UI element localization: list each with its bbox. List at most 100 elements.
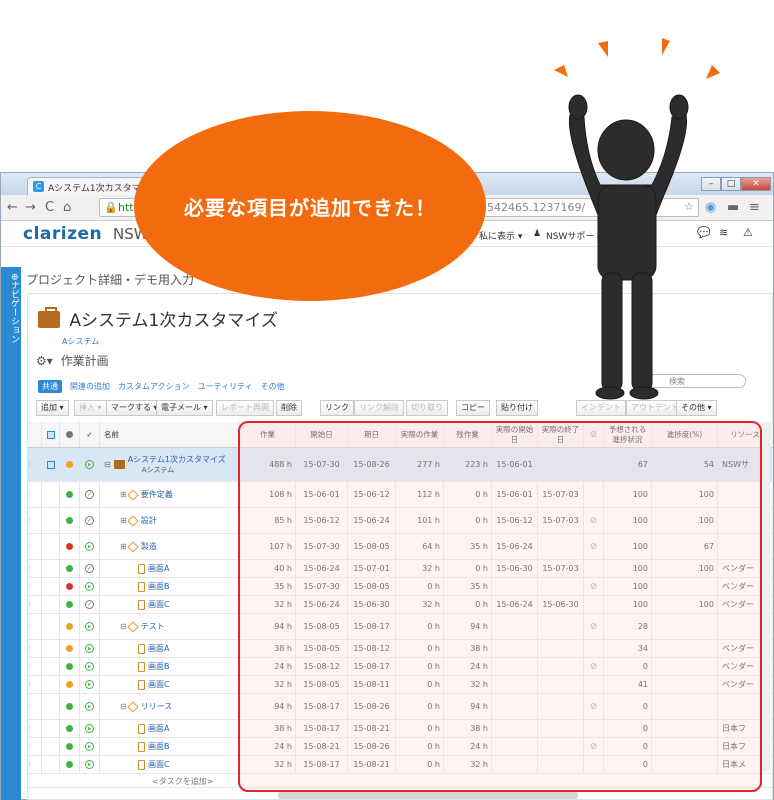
milestone-icon bbox=[127, 488, 139, 501]
cell-aend bbox=[538, 448, 584, 481]
tab-0[interactable]: 共通 bbox=[38, 380, 62, 393]
show-to-me-menu[interactable]: 私に表示 ▾ bbox=[479, 229, 522, 242]
row-name-text: 画面A bbox=[148, 563, 170, 573]
cell-astart bbox=[492, 640, 538, 657]
table-row[interactable]: ⁞ ✓ 画面A 40 h 15-06-24 15-07-01 32 h0 h 15-06-30… bbox=[28, 560, 773, 578]
header-aend: 実際の終了 日 bbox=[538, 422, 584, 447]
cell-name: 画面A bbox=[100, 720, 240, 737]
table-row[interactable]: ⁞ ▸ ⊟ Aシステム1次カスタマイズ Aシステム 488 h 15-07-30 15-08-… bbox=[28, 448, 773, 482]
table-row[interactable]: ⁞ ▸ 画面A 38 h 15-08-05 15-08-12 0 h 38 h 34 ベンダー bbox=[28, 640, 773, 658]
table-row[interactable]: ⁞ ✓ ⊞ 要件定義 108 h 15-06-01 15-06-12 112 h0 h 15-0… bbox=[28, 482, 773, 508]
table-row[interactable]: ⁞ ▸ 画面B 24 h 15-08-12 15-08-17 0 h 24 h ⊘ 0 ベンダー bbox=[28, 658, 773, 676]
cell-remaining: 38 h bbox=[444, 640, 492, 657]
cell-due: 15-08-05 bbox=[348, 534, 396, 559]
link-icon: ⊘ bbox=[589, 701, 598, 712]
figure-body bbox=[568, 94, 689, 400]
home-icon[interactable]: ⌂ bbox=[63, 200, 71, 215]
toolbar-button-5[interactable]: 削除 bbox=[276, 400, 302, 416]
cell-remaining: 35 h bbox=[444, 578, 492, 595]
side-navigation[interactable]: ⊕ナビゲーション bbox=[1, 267, 21, 800]
table-row[interactable]: ⁞ ▸ 画面C 32 h 15-08-17 15-08-21 0 h 32 h 0 日本メ bbox=[28, 756, 773, 774]
row-name-text: 画面B bbox=[148, 741, 170, 751]
cell-actual_work: 0 h bbox=[396, 676, 444, 693]
toolbar-button-10[interactable]: 貼り付け bbox=[496, 400, 538, 416]
alert-icon[interactable]: ⚠ bbox=[743, 226, 753, 239]
browser-menu-icon[interactable]: ≡ bbox=[749, 200, 760, 215]
close-button[interactable]: ✕ bbox=[741, 177, 771, 191]
add-task-label[interactable]: <タスクを追加> bbox=[152, 776, 213, 787]
status-dot bbox=[66, 517, 73, 524]
toolbar-button-4[interactable]: レポート再開 bbox=[216, 400, 274, 416]
cell-astart bbox=[492, 658, 538, 675]
toolbar-button-3[interactable]: 電子メール ▾ bbox=[156, 400, 213, 416]
cell-start: 15-07-30 bbox=[296, 578, 348, 595]
cell-start: 15-08-17 bbox=[296, 756, 348, 773]
back-icon[interactable]: ← bbox=[7, 200, 18, 215]
cell-handle: ⁞ bbox=[28, 482, 42, 507]
horizontal-scrollbar[interactable] bbox=[278, 792, 578, 799]
cell-remaining: 32 h bbox=[444, 756, 492, 773]
table-row[interactable]: ⁞ ▸ ⊟ テスト 94 h 15-08-05 15-08-17 0 h 94 h ⊘ 28 bbox=[28, 614, 773, 640]
toolbar-button-1[interactable]: 挿入 ▾ bbox=[74, 400, 107, 416]
project-subtitle-link[interactable]: Aシステム bbox=[62, 336, 99, 347]
table-row[interactable]: ⁞ ✓ ⊞ 設計 85 h 15-06-12 15-06-24 101 h0 h 15-06-1… bbox=[28, 508, 773, 534]
toolbar-button-8[interactable]: 切り取り bbox=[406, 400, 448, 416]
cell-start: 15-07-30 bbox=[296, 448, 348, 481]
lock-icon: 🔒 bbox=[104, 201, 118, 214]
link-icon: ⊘ bbox=[589, 581, 598, 592]
cell-chk bbox=[42, 694, 60, 719]
cell-due: 15-08-12 bbox=[348, 640, 396, 657]
row-name-text: 画面A bbox=[148, 723, 170, 733]
tab-2[interactable]: カスタムアクション bbox=[118, 381, 190, 392]
callout-text: 必要な項目が追加できた！ bbox=[184, 195, 436, 220]
cell-expected: 100 bbox=[604, 534, 652, 559]
tab-1[interactable]: 関連の追加 bbox=[70, 381, 110, 392]
row-name-text: 画面B bbox=[148, 661, 170, 671]
cell-start: 15-08-17 bbox=[296, 720, 348, 737]
cell-status: ▸ bbox=[80, 534, 100, 559]
tab-4[interactable]: その他 bbox=[261, 381, 285, 392]
table-row[interactable]: ⁞ ▸ ⊟ リリース 94 h 15-08-17 15-08-26 0 h 94 h ⊘ 0 bbox=[28, 694, 773, 720]
vertical-scrollbar[interactable] bbox=[762, 422, 770, 772]
cell-handle: ⁞ bbox=[28, 560, 42, 577]
cell-dot bbox=[60, 482, 80, 507]
cell-start: 15-08-21 bbox=[296, 738, 348, 755]
task-icon bbox=[138, 581, 145, 592]
cell-due: 15-08-21 bbox=[348, 756, 396, 773]
toolbar-button-2[interactable]: マークする ▾ bbox=[106, 400, 163, 416]
cell-status: ▸ bbox=[80, 578, 100, 595]
cell-aend: 15-07-03 bbox=[538, 560, 584, 577]
table-row[interactable]: ⁞ ▸ ⊞ 製造 107 h 15-07-30 15-08-05 64 h 35 h 15-06-… bbox=[28, 534, 773, 560]
cell-due: 15-08-21 bbox=[348, 720, 396, 737]
cell-expected: 0 bbox=[604, 738, 652, 755]
task-icon bbox=[138, 759, 145, 770]
table-row[interactable]: ⁞ ▸ 画面B 35 h 15-07-30 15-08-05 0 h 35 h ⊘ 100 ベンダー bbox=[28, 578, 773, 596]
cell-expected: 100 bbox=[604, 482, 652, 507]
tab-3[interactable]: ユーティリティ bbox=[198, 381, 253, 392]
table-row[interactable]: ⁞ ▸ 画面A 38 h 15-08-17 15-08-21 0 h 38 h 0 日本フ bbox=[28, 720, 773, 738]
cell-actual_work: 0 h bbox=[396, 614, 444, 639]
cell-name: 画面B bbox=[100, 738, 240, 755]
cell-chk bbox=[42, 756, 60, 773]
forward-icon[interactable]: → bbox=[25, 200, 36, 215]
reload-icon[interactable]: C bbox=[45, 200, 54, 215]
cell-link: ⊘ bbox=[584, 738, 604, 755]
cell-progress bbox=[652, 694, 718, 719]
cell-expected: 41 bbox=[604, 676, 652, 693]
toolbar-button-9[interactable]: コピー bbox=[456, 400, 490, 416]
cell-status: ✓ bbox=[80, 596, 100, 613]
cell-dot bbox=[60, 614, 80, 639]
toolbar-button-7[interactable]: リンク解除 bbox=[354, 400, 404, 416]
gear-icon[interactable]: ⚙▾ bbox=[36, 354, 53, 368]
cell-progress: 54 bbox=[652, 448, 718, 481]
cell-chk bbox=[42, 596, 60, 613]
table-row[interactable]: ⁞ ✓ 画面C 32 h 15-06-24 15-06-30 32 h0 h 15-06-24… bbox=[28, 596, 773, 614]
breadcrumb[interactable]: プロジェクト詳細・デモ用入力 bbox=[26, 271, 194, 288]
toolbar-button-0[interactable]: 追加 ▾ bbox=[36, 400, 69, 416]
cell-handle: ⁞ bbox=[28, 508, 42, 533]
table-row[interactable]: ⁞ ▸ 画面C 32 h 15-08-05 15-08-11 0 h 32 h 41 ベンダー bbox=[28, 676, 773, 694]
cell-name: ⊞ 製造 bbox=[100, 534, 240, 559]
toolbar-button-6[interactable]: リンク bbox=[320, 400, 354, 416]
add-task-row[interactable]: <タスクを追加> bbox=[28, 774, 773, 788]
table-row[interactable]: ⁞ ▸ 画面B 24 h 15-08-21 15-08-26 0 h 24 h ⊘ 0 日本フ bbox=[28, 738, 773, 756]
